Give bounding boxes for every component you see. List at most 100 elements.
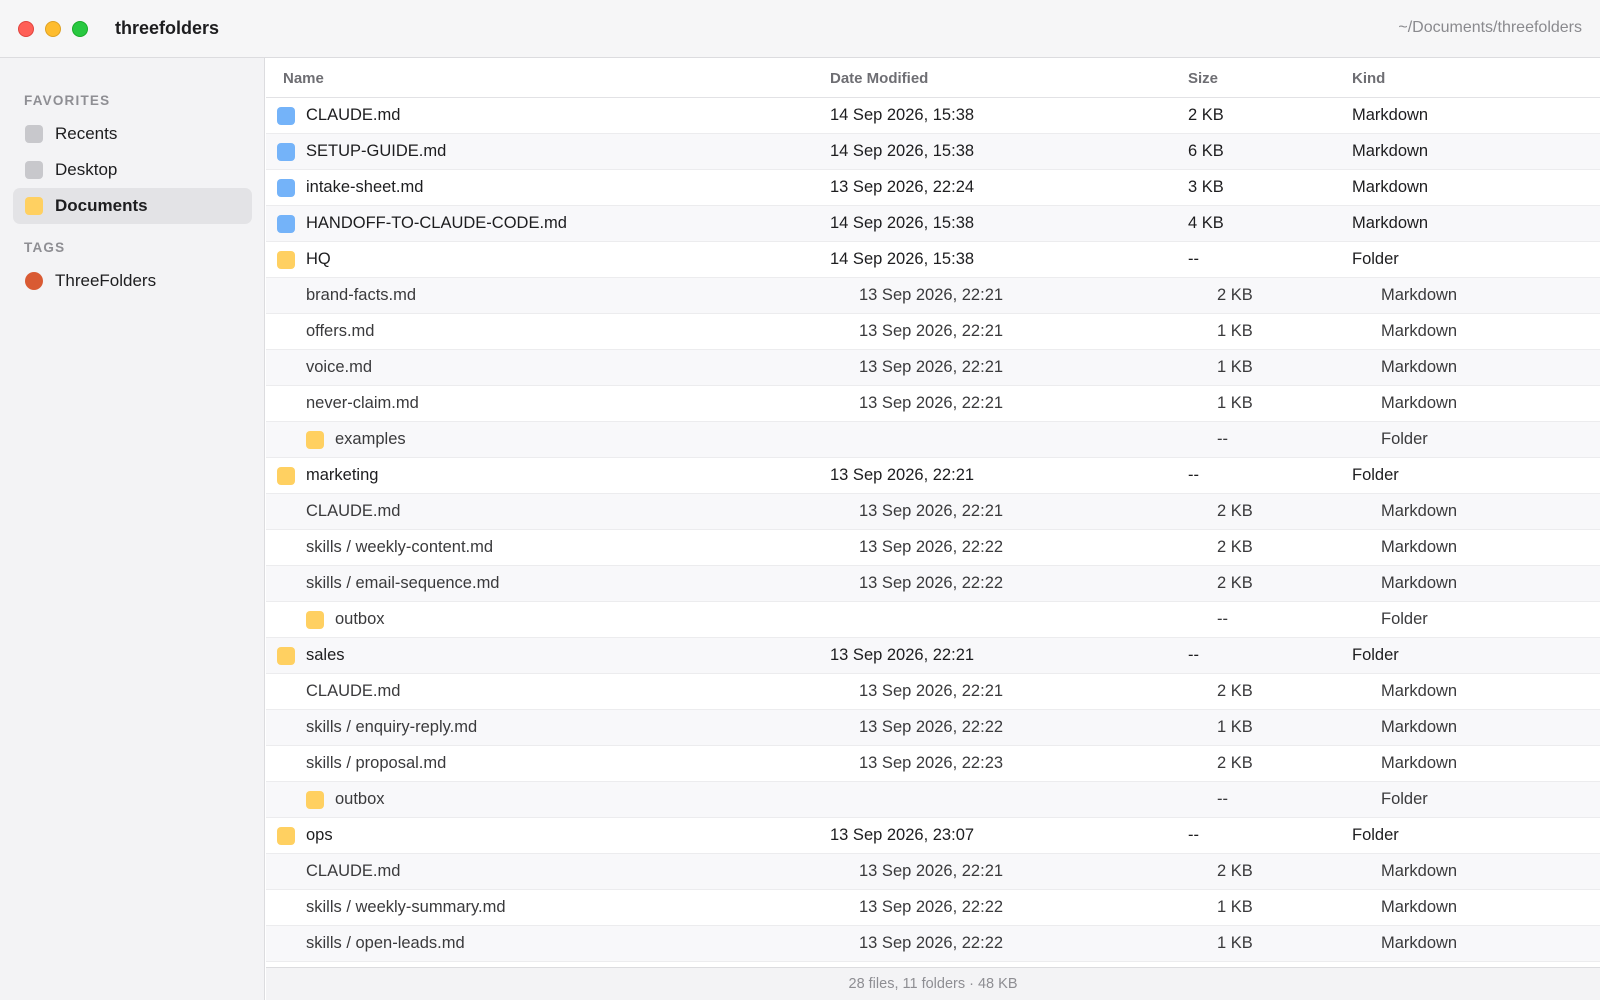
folder-icon — [25, 197, 43, 215]
zoom-window-button[interactable] — [72, 21, 88, 37]
file-size: 2 KB — [1188, 106, 1224, 124]
file-size: -- — [1217, 610, 1228, 628]
file-name: offers.md — [306, 322, 375, 340]
file-size: -- — [1188, 826, 1199, 844]
desktop-icon — [25, 161, 43, 179]
file-size: 1 KB — [1217, 322, 1253, 340]
markdown-file-icon — [277, 179, 295, 197]
tags-heading: TAGS — [24, 240, 66, 255]
date-modified: 13 Sep 2026, 22:23 — [859, 754, 1004, 772]
sidebar-item-label: Recents — [55, 124, 118, 143]
file-kind: Markdown — [1381, 394, 1458, 412]
file-name: voice.md — [306, 358, 373, 376]
file-name: skills / open-leads.md — [306, 934, 465, 952]
folder-row[interactable]: outbox -- Folder — [266, 782, 1600, 818]
sidebar-tag-threefolders[interactable]: ThreeFolders — [13, 263, 252, 299]
file-name: skills / email-sequence.md — [306, 574, 500, 592]
date-modified: 13 Sep 2026, 22:21 — [830, 646, 975, 664]
file-row[interactable]: brand-facts.md 13 Sep 2026, 22:21 2 KB Mark… — [266, 278, 1600, 314]
date-modified: 13 Sep 2026, 22:21 — [859, 322, 1004, 340]
file-kind: Markdown — [1352, 142, 1429, 160]
sidebar-item-recents[interactable]: Recents — [13, 116, 252, 152]
folder-row[interactable]: outbox -- Folder — [266, 602, 1600, 638]
file-row[interactable]: intake-sheet.md 13 Sep 2026, 22:24 3 KB Mar… — [266, 170, 1600, 206]
file-name: HQ — [306, 250, 331, 268]
file-row[interactable]: CLAUDE.md 13 Sep 2026, 22:21 2 KB Markdown — [266, 494, 1600, 530]
file-size: -- — [1217, 790, 1228, 808]
file-size: 6 KB — [1188, 142, 1224, 160]
date-modified: 13 Sep 2026, 23:07 — [830, 826, 975, 844]
sidebar-item-label: Documents — [55, 196, 148, 215]
column-header-date[interactable]: Date Modified — [830, 70, 928, 87]
file-row[interactable]: skills / weekly-summary.md 13 Sep 2026, 2… — [266, 890, 1600, 926]
file-name: CLAUDE.md — [306, 862, 401, 880]
file-kind: Folder — [1381, 430, 1428, 448]
file-kind: Markdown — [1381, 754, 1458, 772]
file-name: never-claim.md — [306, 394, 419, 412]
sidebar-item-documents[interactable]: Documents — [13, 188, 252, 224]
folder-row[interactable]: sales 13 Sep 2026, 22:21 -- Folder — [266, 638, 1600, 674]
file-kind: Folder — [1381, 610, 1428, 628]
file-row[interactable]: HANDOFF-TO-CLAUDE-CODE.md 14 Sep 2026, 15… — [266, 206, 1600, 242]
date-modified: 13 Sep 2026, 22:21 — [859, 358, 1004, 376]
file-row[interactable]: skills / enquiry-reply.md 13 Sep 2026, 22… — [266, 710, 1600, 746]
file-kind: Markdown — [1381, 718, 1458, 736]
file-size: 2 KB — [1217, 754, 1253, 772]
file-row[interactable]: skills / email-sequence.md 13 Sep 2026, 2… — [266, 566, 1600, 602]
date-modified: 13 Sep 2026, 22:22 — [859, 718, 1004, 736]
finder-window: threefolders ~/Documents/threefolders FA… — [0, 0, 1600, 1000]
file-row[interactable]: voice.md 13 Sep 2026, 22:21 1 KB Markdown — [266, 350, 1600, 386]
folder-row[interactable]: ops 13 Sep 2026, 23:07 -- Folder — [266, 818, 1600, 854]
file-row[interactable]: SETUP-GUIDE.md 14 Sep 2026, 15:38 6 KB Mark… — [266, 134, 1600, 170]
file-size: 1 KB — [1217, 898, 1253, 916]
file-name: skills / weekly-content.md — [306, 538, 494, 556]
column-header-row: Name Date Modified Size Kind — [266, 58, 1600, 98]
file-row[interactable]: CLAUDE.md 13 Sep 2026, 22:21 2 KB Markdown — [266, 854, 1600, 890]
folder-row[interactable]: marketing 13 Sep 2026, 22:21 -- Folder — [266, 458, 1600, 494]
file-name: brand-facts.md — [306, 286, 417, 304]
folder-row[interactable]: HQ 14 Sep 2026, 15:38 -- Folder — [266, 242, 1600, 278]
file-size: 1 KB — [1217, 934, 1253, 952]
file-size: 1 KB — [1217, 394, 1253, 412]
folder-icon — [277, 467, 295, 485]
tag-dot-icon — [25, 272, 43, 290]
file-row[interactable]: skills / proposal.md 13 Sep 2026, 22:23 2 … — [266, 746, 1600, 782]
file-name: CLAUDE.md — [306, 682, 401, 700]
file-size: 3 KB — [1188, 178, 1224, 196]
file-row[interactable]: never-claim.md 13 Sep 2026, 22:21 1 KB Mark… — [266, 386, 1600, 422]
file-row[interactable]: CLAUDE.md 14 Sep 2026, 15:38 2 KB Markdown — [266, 98, 1600, 134]
file-kind: Folder — [1352, 250, 1399, 268]
date-modified: 13 Sep 2026, 22:21 — [859, 682, 1004, 700]
column-header-size[interactable]: Size — [1188, 70, 1218, 87]
file-row[interactable]: CLAUDE.md 13 Sep 2026, 22:21 2 KB Markdown — [266, 674, 1600, 710]
date-modified: 13 Sep 2026, 22:21 — [859, 502, 1004, 520]
file-row[interactable]: skills / open-leads.md 13 Sep 2026, 22:22… — [266, 926, 1600, 962]
column-header-kind[interactable]: Kind — [1352, 70, 1385, 87]
file-size: 2 KB — [1217, 574, 1253, 592]
folder-row[interactable]: examples -- Folder — [266, 422, 1600, 458]
file-size: 2 KB — [1217, 502, 1253, 520]
file-name: sales — [306, 646, 345, 664]
status-text: 28 files, 11 folders · 48 KB — [848, 976, 1018, 992]
file-name: CLAUDE.md — [306, 106, 401, 124]
file-size: -- — [1188, 250, 1199, 268]
file-row[interactable]: offers.md 13 Sep 2026, 22:21 1 KB Markdown — [266, 314, 1600, 350]
title-bar: threefolders ~/Documents/threefolders — [0, 0, 1600, 58]
file-kind: Markdown — [1381, 286, 1458, 304]
sidebar-item-desktop[interactable]: Desktop — [13, 152, 252, 188]
file-row[interactable]: skills / weekly-content.md 13 Sep 2026, 2… — [266, 530, 1600, 566]
minimize-window-button[interactable] — [45, 21, 61, 37]
path-label: ~/Documents/threefolders — [1398, 19, 1582, 36]
sidebar-item-label: Desktop — [55, 160, 118, 179]
file-kind: Folder — [1352, 826, 1399, 844]
file-name: examples — [335, 430, 406, 448]
file-kind: Markdown — [1352, 178, 1429, 196]
file-kind: Markdown — [1381, 682, 1458, 700]
file-kind: Markdown — [1381, 502, 1458, 520]
file-size: 2 KB — [1217, 862, 1253, 880]
date-modified: 13 Sep 2026, 22:21 — [859, 286, 1004, 304]
date-modified: 13 Sep 2026, 22:22 — [859, 934, 1004, 952]
column-header-name[interactable]: Name — [283, 70, 324, 87]
close-window-button[interactable] — [18, 21, 34, 37]
date-modified: 13 Sep 2026, 22:21 — [830, 466, 975, 484]
